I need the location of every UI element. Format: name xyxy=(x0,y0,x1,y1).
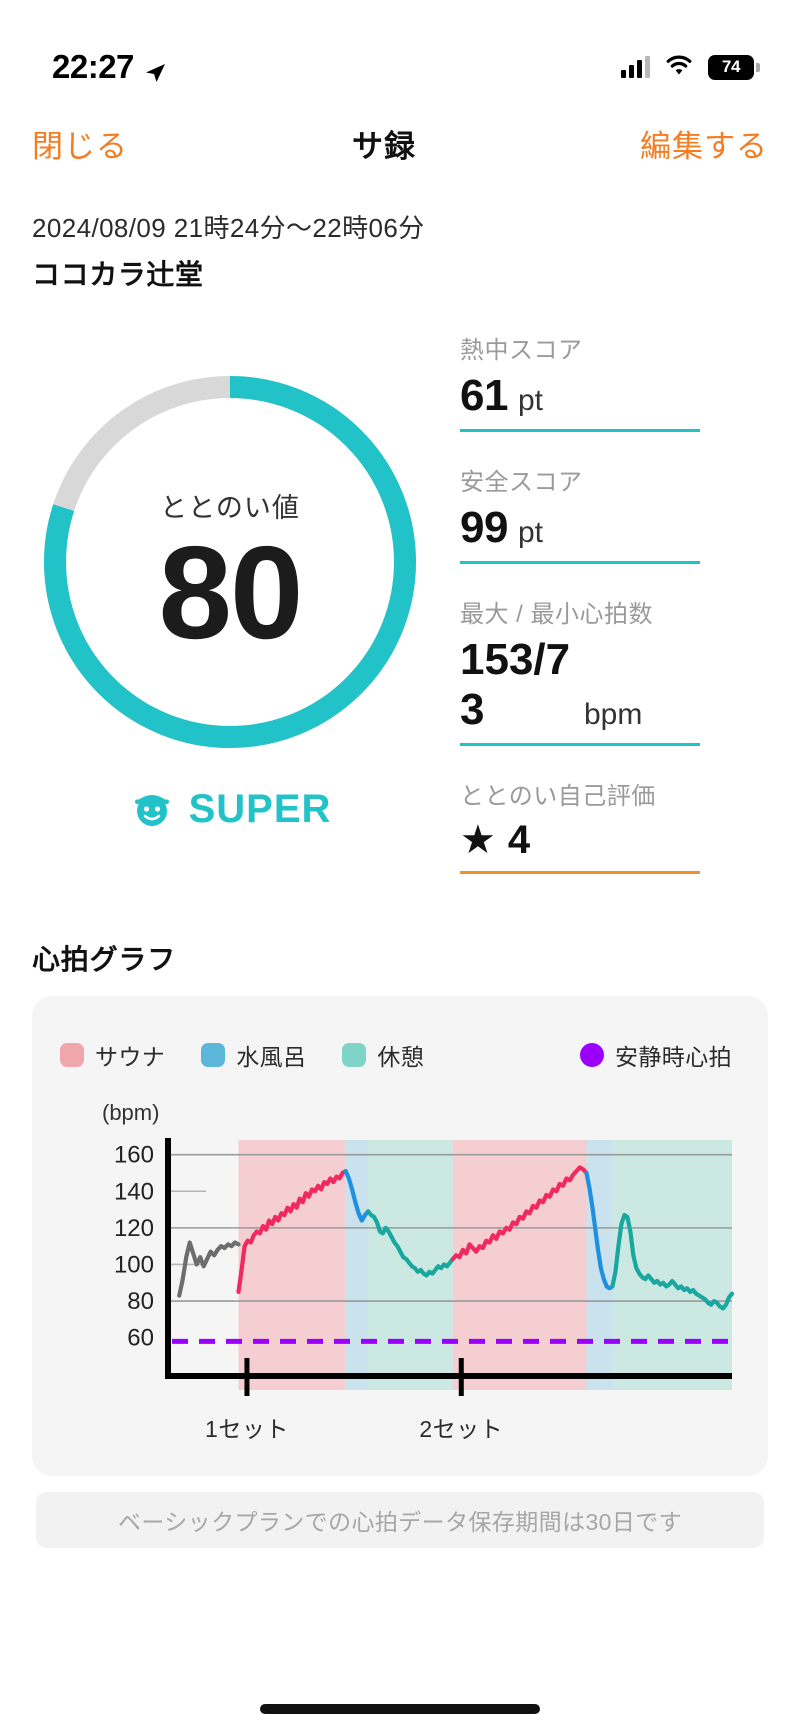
status-time-group: 22:27 xyxy=(52,48,167,86)
chart-section-title: 心拍グラフ xyxy=(32,944,177,975)
battery-level: 74 xyxy=(721,57,741,76)
close-button[interactable]: 閉じる xyxy=(32,121,128,166)
stat-unit: bpm xyxy=(583,698,643,731)
stat-unit: pt xyxy=(517,516,543,549)
edit-button[interactable]: 編集する xyxy=(640,121,768,166)
status-time: 22:27 xyxy=(52,48,134,85)
y-tick-label: 80 xyxy=(127,1288,154,1315)
stat-label: 安全スコア xyxy=(460,469,583,496)
cellular-signal-icon xyxy=(621,56,650,78)
page-title: サ録 xyxy=(352,128,416,164)
chart-x-axis-labels: 1セット 2セット xyxy=(32,1410,768,1450)
wifi-icon xyxy=(664,54,694,81)
star-icon: ★ xyxy=(460,818,496,862)
y-tick-label: 160 xyxy=(114,1142,154,1169)
stat-value-line2: 3 xyxy=(460,685,484,734)
chart-series-計測前 xyxy=(177,1240,241,1298)
stat-value-row: ★ 4 xyxy=(460,817,700,874)
legend-item-resting-hr: 安静時心拍 xyxy=(580,1038,732,1072)
x-axis-label: 1セット xyxy=(205,1416,289,1442)
legend-item-rest: 休憩 xyxy=(342,1038,424,1072)
stat-safety-score: 安全スコア 99 pt xyxy=(460,462,700,564)
stat-max-min-heartrate: 最大 / 最小心拍数 153/7 3 bpm xyxy=(460,594,700,746)
navigation-bar: 閉じる サ録 編集する xyxy=(0,108,800,178)
legend-label: 休憩 xyxy=(377,1044,425,1070)
y-tick-label: 140 xyxy=(114,1178,154,1205)
legend-swatch xyxy=(342,1043,367,1067)
legend-label: 安静時心拍 xyxy=(615,1044,732,1070)
chart-plot-area: 160 140 120 100 80 60 xyxy=(32,1136,768,1400)
score-ring-value: 80 xyxy=(158,519,304,666)
stat-value: 4 xyxy=(507,818,531,862)
app-screen: 22:27 74 閉じる サ録 編集する 2024/08/09 21時24分〜2… xyxy=(0,0,800,1732)
stat-label: ととのい自己評価 xyxy=(460,783,656,810)
legend-item-sauna: サウナ xyxy=(60,1038,165,1072)
chart-legend: サウナ 水風呂 休憩 安静時心拍 xyxy=(60,1038,740,1072)
legend-label: 水風呂 xyxy=(236,1044,307,1070)
legend-swatch xyxy=(201,1043,226,1067)
stat-unit: pt xyxy=(517,384,543,417)
x-axis-label: 2セット xyxy=(419,1416,504,1442)
plan-notice-text: ベーシックプランでの心拍データ保存期間は30日です xyxy=(117,1509,683,1535)
y-tick-label: 100 xyxy=(114,1251,154,1278)
rank-row: SUPER xyxy=(36,784,424,835)
legend-swatch xyxy=(60,1043,84,1067)
location-arrow-icon xyxy=(143,55,167,82)
status-bar: 22:27 74 xyxy=(0,0,800,100)
stats-panel: 熱中スコア 61 pt 安全スコア 99 pt 最大 / 最小心拍数 153/7… xyxy=(460,330,700,904)
sauna-hat-face-icon xyxy=(129,784,175,835)
y-tick-label: 60 xyxy=(127,1325,154,1352)
stat-value: 61 xyxy=(460,371,508,420)
heart-rate-chart-card: サウナ 水風呂 休憩 安静時心拍 (bpm) 160 140 120 100 80 60 … xyxy=(32,996,768,1476)
legend-label: サウナ xyxy=(95,1044,166,1070)
home-indicator[interactable] xyxy=(260,1704,540,1714)
stat-label: 最大 / 最小心拍数 xyxy=(460,601,654,628)
stat-value: 99 xyxy=(460,503,508,552)
legend-item-coldbath: 水風呂 xyxy=(201,1038,306,1072)
chart-y-axis-unit: (bpm) xyxy=(102,1100,160,1125)
stat-value-row: 99 pt xyxy=(460,503,700,564)
stat-value-row: 153/7 3 bpm xyxy=(460,635,700,746)
chart-band xyxy=(612,1140,732,1390)
stat-value-row: 61 pt xyxy=(460,371,700,432)
session-place: ココカラ辻堂 xyxy=(32,259,204,290)
session-datetime: 2024/08/09 21時24分〜22時06分 xyxy=(32,213,425,243)
stat-heat-score: 熱中スコア 61 pt xyxy=(460,330,700,432)
totonoi-score-ring: ととのい値 80 xyxy=(36,368,424,756)
legend-swatch xyxy=(580,1043,604,1067)
stat-value-line1: 153/7 xyxy=(460,635,571,684)
rank-label: SUPER xyxy=(188,787,332,831)
plan-notice-banner: ベーシックプランでの心拍データ保存期間は30日です xyxy=(36,1492,764,1548)
y-tick-label: 120 xyxy=(114,1215,154,1242)
battery-icon: 74 xyxy=(708,54,760,80)
stat-self-rating: ととのい自己評価 ★ 4 xyxy=(460,776,700,874)
stat-value-line2-row: 3 bpm xyxy=(460,685,700,735)
status-indicators: 74 xyxy=(621,54,760,81)
stat-label: 熱中スコア xyxy=(460,337,583,364)
